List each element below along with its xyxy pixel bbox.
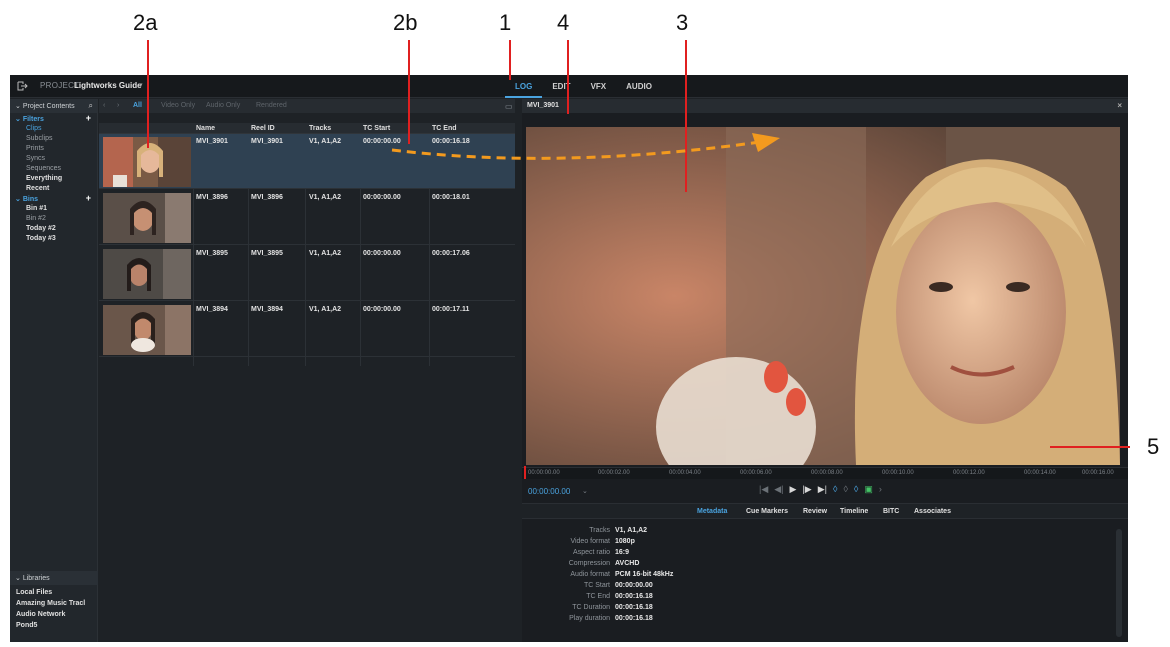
drag-arrow: [391, 133, 780, 160]
